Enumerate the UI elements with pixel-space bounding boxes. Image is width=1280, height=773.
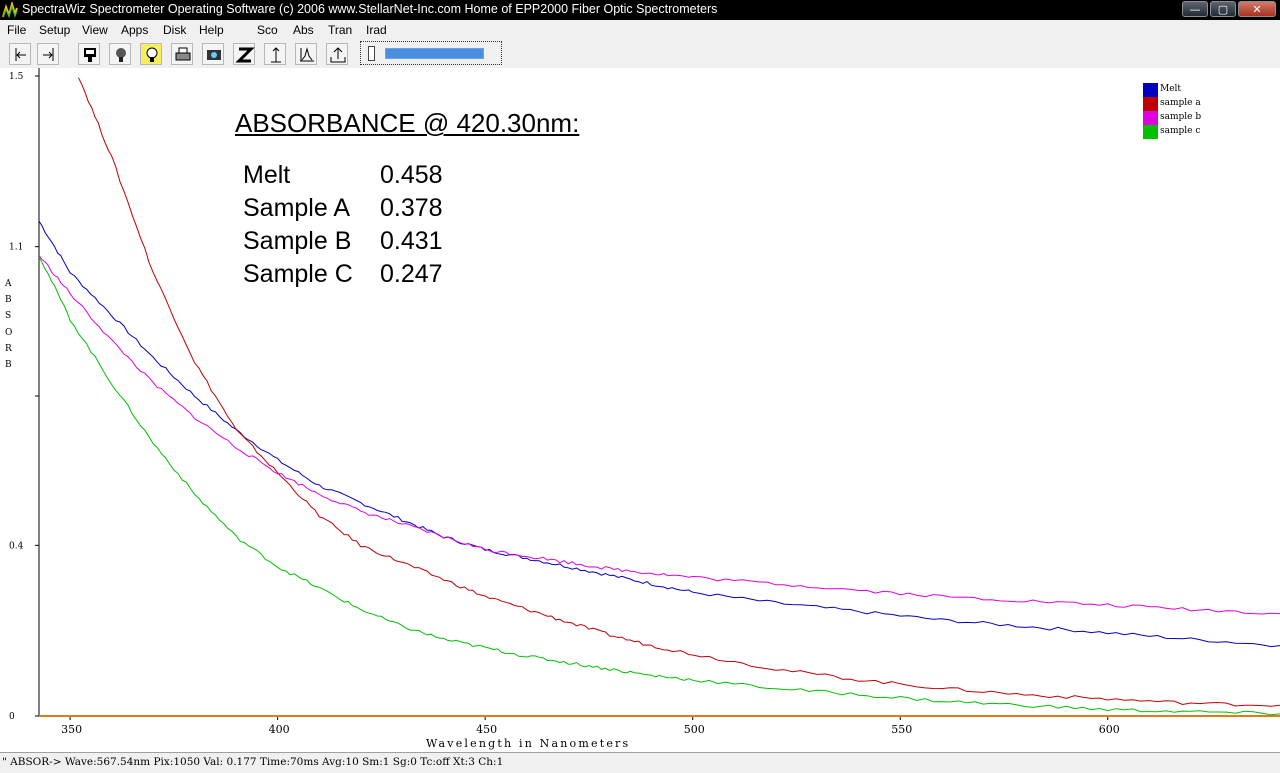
slider-thumb[interactable] xyxy=(368,46,375,61)
absorbance-plot: 0 0.4 1.1 1.5 350 400 450 500 550 600 xyxy=(9,68,1280,736)
close-button[interactable]: ✕ xyxy=(1238,1,1276,17)
menu-sco[interactable]: Sco xyxy=(257,23,278,37)
menu-setup[interactable]: Setup xyxy=(39,23,70,37)
row-label-melt: Melt xyxy=(243,161,291,189)
print-button[interactable] xyxy=(171,43,193,65)
window-title: SpectraWiz Spectrometer Operating Softwa… xyxy=(22,2,718,16)
plot-axes: 0 0.4 1.1 1.5 350 400 450 500 550 600 xyxy=(9,68,1280,736)
integration-time-slider[interactable] xyxy=(360,41,502,65)
x-tick-label: 350 xyxy=(61,723,82,736)
export-icon xyxy=(330,47,346,63)
row-value-sample-b: 0.431 xyxy=(380,227,443,255)
y-axis-label: ABSORB xyxy=(5,276,15,373)
scale-up-button[interactable] xyxy=(264,43,286,65)
print-icon xyxy=(175,47,191,61)
spectra-series xyxy=(38,77,1280,716)
y-tick-label: 1.1 xyxy=(9,243,23,253)
scroll-right-button[interactable] xyxy=(37,43,59,65)
x-tick-label: 450 xyxy=(476,723,497,736)
row-label-sample-b: Sample B xyxy=(243,227,352,255)
x-tick-label: 500 xyxy=(684,723,705,736)
row-label-sample-a: Sample A xyxy=(243,194,351,222)
menu-disk[interactable]: Disk xyxy=(163,23,186,37)
legend-swatch xyxy=(1143,83,1158,97)
menu-irad[interactable]: Irad xyxy=(366,23,387,37)
legend-swatch xyxy=(1143,125,1158,139)
peak-button[interactable] xyxy=(295,43,317,65)
zero-button[interactable] xyxy=(233,43,255,65)
y-axis-letter: R xyxy=(5,343,12,354)
save-icon xyxy=(84,48,96,62)
y-axis-letter: B xyxy=(5,295,12,306)
title-bar: SpectraWiz Spectrometer Operating Softwa… xyxy=(0,0,1280,20)
x-tick-label: 400 xyxy=(269,723,290,736)
y-axis-letter: S xyxy=(5,311,12,322)
y-tick-label: 1.5 xyxy=(9,72,24,82)
menu-file[interactable]: File xyxy=(7,23,26,37)
scroll-left-icon xyxy=(15,48,26,61)
legend-label: sample c xyxy=(1160,126,1201,136)
x-tick-label: 550 xyxy=(891,723,912,736)
scroll-right-icon xyxy=(43,48,54,61)
export-button[interactable] xyxy=(326,43,348,65)
series-line-melt xyxy=(38,220,1280,648)
dark-reference-button[interactable] xyxy=(109,43,131,65)
x-tick-label: 600 xyxy=(1099,723,1120,736)
save-button[interactable] xyxy=(78,43,100,65)
row-label-sample-c: Sample C xyxy=(243,260,353,288)
snapshot-button[interactable] xyxy=(202,43,224,65)
row-value-sample-c: 0.247 xyxy=(380,260,443,288)
row-value-sample-a: 0.378 xyxy=(380,194,443,222)
legend-swatch xyxy=(1143,111,1158,125)
legend-swatch xyxy=(1143,97,1158,111)
menu-help[interactable]: Help xyxy=(199,23,224,37)
series-line-sample-b xyxy=(38,254,1280,615)
y-tick-label: 0.4 xyxy=(9,541,24,551)
y-axis-letter: B xyxy=(5,359,12,370)
menu-apps[interactable]: Apps xyxy=(121,23,148,37)
light-reference-button[interactable] xyxy=(140,43,162,65)
bulb-dark-icon xyxy=(116,48,126,62)
bulb-light-icon xyxy=(146,47,158,62)
menu-bar: File Setup View Apps Disk Help Sco Abs T… xyxy=(0,20,1280,39)
series-line-sample-c xyxy=(38,256,1280,716)
peak-icon xyxy=(300,47,314,62)
menu-tran[interactable]: Tran xyxy=(328,23,352,37)
maximize-button[interactable]: ▢ xyxy=(1210,1,1236,17)
camera-icon xyxy=(207,50,221,60)
integration-level-bar xyxy=(385,48,484,59)
menu-view[interactable]: View xyxy=(82,23,108,37)
legend-label: sample b xyxy=(1160,112,1202,122)
spectrawiz-logo-icon xyxy=(2,2,18,18)
zero-icon xyxy=(235,47,255,63)
toolbar xyxy=(0,39,1280,68)
scale-up-icon xyxy=(271,47,281,63)
status-readout: " ABSOR-> Wave:567.54nm Pix:1050 Val: 0.… xyxy=(2,756,504,768)
legend-label: sample a xyxy=(1160,98,1201,108)
y-axis-letter: O xyxy=(5,327,13,338)
legend-label: Melt xyxy=(1160,84,1182,94)
y-axis-letter: A xyxy=(5,279,12,289)
scroll-left-button[interactable] xyxy=(9,43,31,65)
minimize-button[interactable]: — xyxy=(1182,1,1208,17)
row-value-melt: 0.458 xyxy=(380,161,443,189)
x-axis-title: Wavelength in Nanometers xyxy=(426,737,631,750)
absorbance-heading: ABSORBANCE @ 420.30nm: xyxy=(235,108,580,138)
status-bar: " ABSOR-> Wave:567.54nm Pix:1050 Val: 0.… xyxy=(0,752,1280,773)
y-tick-label: 0 xyxy=(9,712,15,722)
menu-abs[interactable]: Abs xyxy=(293,23,314,37)
